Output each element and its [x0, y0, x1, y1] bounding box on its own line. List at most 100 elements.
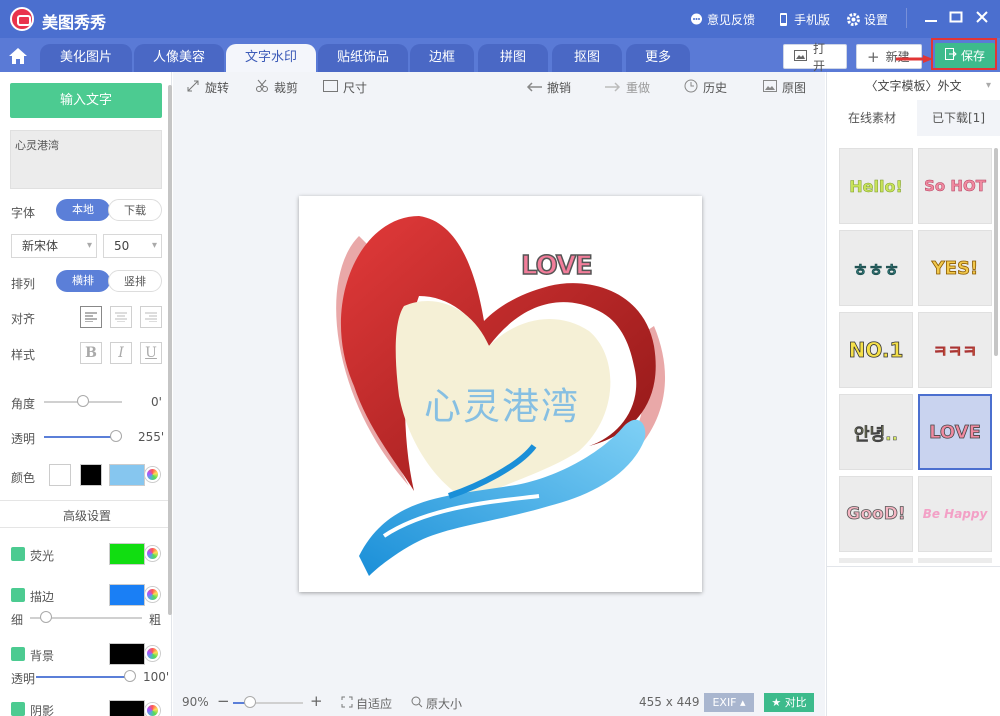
- template-thumb[interactable]: So HOT: [918, 148, 992, 224]
- minimize-icon[interactable]: [924, 10, 938, 28]
- glow-checkbox[interactable]: [11, 547, 25, 561]
- actual-size-button[interactable]: 原大小: [411, 695, 462, 712]
- app-title: 美图秀秀: [42, 13, 107, 32]
- template-thumb[interactable]: Be Happy: [918, 476, 992, 552]
- align-right-icon[interactable]: [140, 306, 162, 328]
- original-button[interactable]: 原图: [763, 79, 806, 96]
- color-wheel-icon[interactable]: [145, 646, 160, 661]
- font-family-select[interactable]: 新宋体: [11, 234, 97, 258]
- advanced-settings-label[interactable]: 高级设置: [63, 507, 111, 524]
- tab-online-materials[interactable]: 在线素材: [827, 100, 917, 136]
- bg-opacity-slider[interactable]: [36, 676, 130, 678]
- zoom-out-icon[interactable]: −: [217, 692, 230, 710]
- mobile-label: 手机版: [794, 13, 831, 27]
- love-sticker[interactable]: LOVE: [520, 250, 593, 282]
- tab-text-watermark[interactable]: 文字水印: [226, 44, 316, 72]
- font-size-select[interactable]: 50: [103, 234, 162, 258]
- opacity-label: 透明: [11, 432, 36, 446]
- save-highlight-box: [931, 38, 997, 70]
- bold-icon[interactable]: B: [80, 342, 102, 364]
- italic-icon[interactable]: I: [110, 342, 132, 364]
- vertical-layout-toggle[interactable]: 竖排: [108, 270, 162, 292]
- resize-icon: [323, 80, 338, 95]
- template-thumb-selected[interactable]: LOVE: [918, 394, 992, 470]
- template-thumb[interactable]: 안녕..: [839, 394, 913, 470]
- template-thumb[interactable]: NO.1: [839, 312, 913, 388]
- color-wheel-icon[interactable]: [145, 703, 160, 716]
- color-swatch-white[interactable]: [49, 464, 71, 486]
- glow-color-swatch[interactable]: [109, 543, 145, 565]
- opacity-slider-fill: [44, 436, 116, 438]
- tab-beautify[interactable]: 美化图片: [40, 44, 132, 72]
- close-icon[interactable]: [975, 10, 989, 28]
- align-left-icon[interactable]: [80, 306, 102, 328]
- settings-button[interactable]: 设置: [847, 11, 888, 28]
- plus-icon: +: [867, 47, 880, 66]
- scissors-icon: [255, 79, 269, 96]
- align-center-icon[interactable]: [110, 306, 132, 328]
- template-thumb[interactable]: ㅎㅎㅎ: [839, 230, 913, 306]
- shadow-checkbox[interactable]: [11, 702, 25, 716]
- rotate-button[interactable]: 旋转: [186, 79, 229, 96]
- tab-collage[interactable]: 拼图: [478, 44, 548, 72]
- color-wheel-icon[interactable]: [145, 467, 160, 482]
- template-category-select[interactable]: 〈文字模板〉外文: [832, 75, 995, 99]
- template-thumb[interactable]: YES!: [918, 230, 992, 306]
- thick-label: 粗: [149, 613, 162, 627]
- feedback-button[interactable]: 意见反馈: [690, 11, 755, 28]
- exif-button[interactable]: EXIF ▴: [704, 693, 754, 712]
- tab-downloaded[interactable]: 已下载[1]: [917, 100, 1000, 136]
- template-thumb[interactable]: Hello!: [839, 148, 913, 224]
- undo-button[interactable]: 撤销: [526, 79, 571, 96]
- zoom-value: 90%: [182, 695, 209, 709]
- bg-opacity-knob[interactable]: [124, 670, 136, 682]
- font-download-toggle[interactable]: 下载: [108, 199, 162, 221]
- maximize-icon[interactable]: [949, 10, 963, 28]
- mobile-button[interactable]: 手机版: [777, 11, 830, 28]
- color-wheel-icon[interactable]: [145, 587, 160, 602]
- phone-icon: [777, 13, 790, 26]
- clock-icon: [684, 79, 698, 96]
- template-thumb[interactable]: ㅋㅋㅋ: [918, 312, 992, 388]
- open-button[interactable]: 打开: [783, 42, 847, 73]
- background-checkbox[interactable]: [11, 647, 25, 661]
- input-text-button[interactable]: 输入文字: [10, 83, 162, 118]
- compare-icon: ★: [771, 696, 782, 709]
- horizontal-layout-toggle[interactable]: 横排: [56, 270, 110, 292]
- stroke-width-knob[interactable]: [40, 611, 52, 623]
- size-button[interactable]: 尺寸: [323, 79, 367, 96]
- color-wheel-icon[interactable]: [145, 546, 160, 561]
- color-swatch-current[interactable]: [109, 464, 145, 486]
- tab-stickers[interactable]: 贴纸饰品: [318, 44, 408, 72]
- bg-opacity-value: 100': [143, 670, 170, 684]
- zoom-in-icon[interactable]: +: [310, 692, 323, 710]
- history-button[interactable]: 历史: [684, 79, 727, 96]
- tab-frame[interactable]: 边框: [410, 44, 474, 72]
- tab-more[interactable]: 更多: [626, 44, 690, 72]
- watermark-text[interactable]: 心灵港湾: [424, 376, 580, 430]
- opacity-slider-knob[interactable]: [110, 430, 122, 442]
- crop-button[interactable]: 裁剪: [255, 79, 298, 96]
- zoom-slider-knob[interactable]: [244, 696, 256, 708]
- color-swatch-black[interactable]: [80, 464, 102, 486]
- rotate-icon: [186, 79, 200, 96]
- text-input[interactable]: 心灵港湾: [10, 130, 162, 189]
- shadow-color-swatch[interactable]: [109, 700, 145, 716]
- align-label: 对齐: [11, 312, 36, 326]
- stroke-checkbox[interactable]: [11, 588, 25, 602]
- right-scrollbar[interactable]: [994, 148, 998, 356]
- open-label: 打开: [813, 41, 826, 73]
- stroke-color-swatch[interactable]: [109, 584, 145, 606]
- fit-button[interactable]: 自适应: [341, 695, 392, 712]
- left-scrollbar[interactable]: [168, 85, 172, 615]
- font-local-toggle[interactable]: 本地: [56, 199, 110, 221]
- angle-slider-knob[interactable]: [77, 395, 89, 407]
- background-color-swatch[interactable]: [109, 643, 145, 665]
- compare-button[interactable]: ★ 对比: [764, 693, 814, 712]
- redo-button[interactable]: 重做: [605, 79, 650, 96]
- home-icon[interactable]: [6, 44, 30, 68]
- underline-icon[interactable]: U: [140, 342, 162, 364]
- template-thumb[interactable]: GooD!: [839, 476, 913, 552]
- tab-cutout[interactable]: 抠图: [552, 44, 622, 72]
- tab-portrait[interactable]: 人像美容: [134, 44, 224, 72]
